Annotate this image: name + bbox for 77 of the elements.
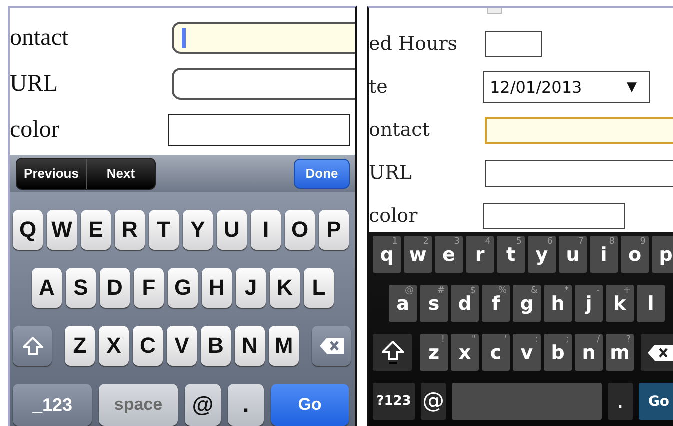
- date-select[interactable]: 12/01/2013 ▼: [483, 71, 650, 103]
- keyboard-key[interactable]: G: [168, 268, 198, 308]
- previous-button[interactable]: Previous: [17, 158, 86, 188]
- keyboard-key[interactable]: ' c: [482, 334, 510, 371]
- backspace-icon: [648, 344, 673, 360]
- keyboard-key[interactable]: _123: [13, 384, 92, 426]
- keyboard-key[interactable]: U: [217, 210, 247, 250]
- keyboard-key[interactable]: @ a: [389, 285, 417, 322]
- keyboard-key[interactable]: A: [32, 268, 62, 308]
- shift-key[interactable]: [373, 334, 412, 371]
- keyboard-key[interactable]: E: [81, 210, 111, 250]
- keyboard-key[interactable]: ! z: [420, 334, 448, 371]
- keyboard-key[interactable]: " x: [451, 334, 479, 371]
- text-field[interactable]: [485, 31, 542, 57]
- keyboard-key[interactable]: J: [236, 268, 266, 308]
- keyboard-key[interactable]: I: [251, 210, 281, 250]
- backspace-icon: [320, 338, 344, 354]
- text-field[interactable]: [485, 116, 673, 144]
- field-label: color: [369, 205, 419, 227]
- keyboard-key[interactable]: N: [235, 326, 265, 366]
- keyboard-key[interactable]: $ d: [451, 285, 479, 322]
- keyboard-key[interactable]: M: [269, 326, 299, 366]
- keyboard-key[interactable]: @: [185, 384, 221, 426]
- keyboard-key[interactable]: ? m: [606, 334, 634, 371]
- keyboard-key[interactable]: Go: [639, 383, 673, 420]
- keyboard-key[interactable]: l: [637, 285, 665, 322]
- keyboard-key[interactable]: .: [608, 383, 633, 420]
- shift-icon: [22, 337, 42, 355]
- keyboard-key[interactable]: H: [202, 268, 232, 308]
- keyboard-key[interactable]: B: [201, 326, 231, 366]
- field-label: URL: [369, 162, 413, 184]
- keyboard-key[interactable]: L: [304, 268, 334, 308]
- keyboard-key[interactable]: C: [133, 326, 163, 366]
- field-label: color: [10, 116, 60, 144]
- keyboard-key[interactable]: W: [47, 210, 77, 250]
- keyboard-key[interactable]: V: [167, 326, 197, 366]
- keyboard-key[interactable]: Go: [271, 384, 349, 426]
- keyboard-key[interactable]: Q: [13, 210, 43, 250]
- text-field[interactable]: [168, 114, 350, 146]
- field-label: ontact: [10, 24, 70, 52]
- keyboard-key[interactable]: Z: [65, 326, 95, 366]
- shift-icon: [382, 340, 404, 364]
- keyboard-key[interactable]: K: [270, 268, 300, 308]
- keyboard-key[interactable]: .: [228, 384, 264, 426]
- keyboard-key[interactable]: @: [421, 383, 446, 420]
- next-button[interactable]: Next: [86, 158, 155, 188]
- field-label: URL: [10, 70, 59, 98]
- keyboard-key[interactable]: ?123: [373, 383, 415, 420]
- keyboard-key[interactable]: ; b: [544, 334, 572, 371]
- keyboard-key[interactable]: / n: [575, 334, 603, 371]
- backspace-key[interactable]: [641, 334, 673, 371]
- keyboard-key[interactable]: S: [66, 268, 96, 308]
- keyboard-key[interactable]: # s: [420, 285, 448, 322]
- keyboard-key[interactable]: & g: [513, 285, 541, 322]
- keyboard-key[interactable]: * h: [544, 285, 572, 322]
- text-field[interactable]: [485, 160, 673, 186]
- keyboard-key[interactable]: X: [99, 326, 129, 366]
- keyboard-key[interactable]: T: [149, 210, 179, 250]
- field-label: ed Hours: [369, 33, 459, 55]
- keyboard-key[interactable]: R: [115, 210, 145, 250]
- keyboard-key[interactable]: : v: [513, 334, 541, 371]
- keyboard-key[interactable]: O: [285, 210, 315, 250]
- text-field[interactable]: [483, 203, 625, 229]
- text-field[interactable]: [172, 22, 355, 54]
- done-button[interactable]: Done: [294, 158, 350, 188]
- field-label: ontact: [369, 119, 431, 141]
- keyboard-key[interactable]: D: [100, 268, 130, 308]
- text-field[interactable]: [172, 68, 355, 100]
- keyboard-key[interactable]: p: [652, 236, 673, 273]
- keyboard-key[interactable]: Y: [183, 210, 213, 250]
- keyboard-key[interactable]: F: [134, 268, 164, 308]
- keyboard-key[interactable]: P: [319, 210, 349, 250]
- keyboard-key[interactable]: + k: [606, 285, 634, 322]
- keyboard-key[interactable]: - j: [575, 285, 603, 322]
- keyboard-key[interactable]: % f: [482, 285, 510, 322]
- field-label: te: [369, 76, 389, 98]
- checkbox[interactable]: [487, 8, 502, 14]
